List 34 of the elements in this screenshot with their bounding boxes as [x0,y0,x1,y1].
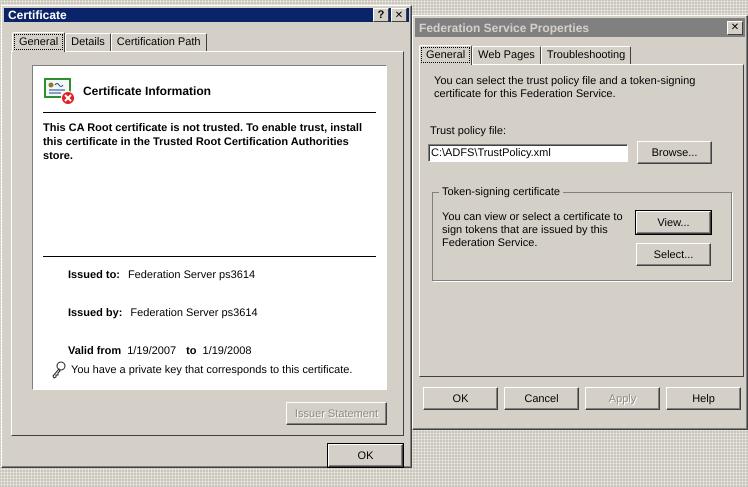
button[interactable]: OK [328,444,403,467]
field-value: 1/19/2008 [202,345,252,357]
button[interactable]: Select... [636,243,711,266]
field-label: to [186,345,197,357]
button[interactable]: Cancel [504,387,579,410]
help-button[interactable]: ? [373,8,389,22]
input-field[interactable]: C:\ADFS\TrustPolicy.xml [428,144,628,162]
status-text: This CA Root certificate is not trusted. To enable trust, install this certificate in the Trusted Root Certification Authorities store. [43,121,364,163]
group-label: Token-signing certificate [439,186,564,198]
field-label: Issued by: [68,307,122,319]
field-label: Issued to: [68,269,120,281]
certificate-error-icon [43,77,75,105]
window-title: Federation Service Properties [419,20,590,34]
heading: Certificate Information [83,84,212,98]
tab[interactable]: Troubleshooting [540,46,632,64]
tab[interactable]: General [12,32,66,52]
tab[interactable]: General [419,45,472,65]
field-value: Federation Server ps3614 [128,269,256,281]
description-text: You can select the trust policy file and a token-signing certificate for this Federation Service. [433,75,696,101]
button[interactable]: Help [666,387,741,410]
field-value: Federation Server ps3614 [130,307,258,319]
tab[interactable]: Details [65,33,111,51]
button[interactable]: OK [423,387,498,410]
description-text: You can view or select a certificate to sign tokens that are issued by this Federation Service. [442,211,624,251]
button[interactable]: View... [636,211,711,234]
field-label: Trust policy file: [430,125,508,137]
info-text: You have a private key that corresponds to this certificate. [71,364,352,376]
button[interactable]: Browse... [637,141,712,164]
window-title: Certificate [8,8,67,22]
tab[interactable]: Web Pages [472,46,541,64]
field-label: Valid from [68,345,122,357]
close-button[interactable]: ✕ [391,8,407,22]
field-value: 1/19/2007 [127,345,176,357]
tab[interactable]: Certification Path [110,33,207,51]
